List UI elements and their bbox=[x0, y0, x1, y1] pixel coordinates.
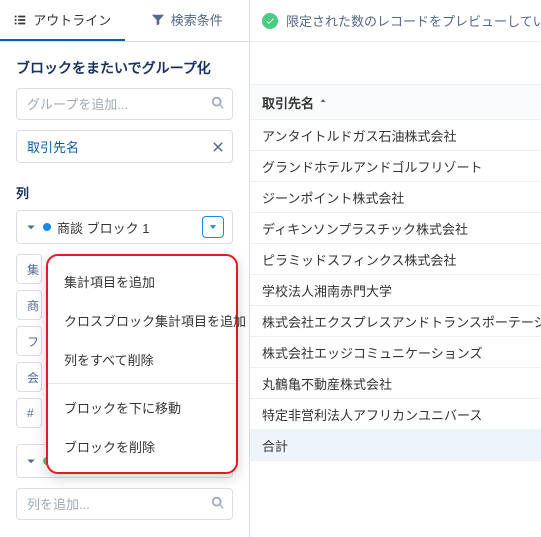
table-row[interactable]: 学校法人湘南赤門大学 bbox=[250, 275, 541, 306]
close-icon[interactable] bbox=[212, 141, 224, 153]
list-item[interactable]: 集 bbox=[16, 254, 42, 284]
chevron-down-icon bbox=[25, 221, 37, 233]
search-icon bbox=[211, 496, 225, 510]
preview-banner: 限定された数のレコードをプレビューしています bbox=[250, 0, 541, 42]
group-add-input[interactable] bbox=[16, 88, 233, 120]
menu-divider bbox=[48, 383, 236, 384]
funnel-icon bbox=[151, 13, 165, 27]
add-column-input[interactable] bbox=[16, 488, 233, 520]
block-1-menu-button[interactable] bbox=[202, 216, 224, 238]
menu-move-block-down[interactable]: ブロックを下に移動 bbox=[48, 388, 236, 427]
data-grid: 取引先名 アンタイトルドガス石油株式会社 グランドホテルアンドゴルフリゾート ジ… bbox=[250, 42, 541, 537]
table-row[interactable]: アンタイトルドガス石油株式会社 bbox=[250, 120, 541, 151]
tab-outline-label: アウトライン bbox=[33, 10, 111, 29]
report-main: 限定された数のレコードをプレビューしています 取引先名 アンタイトルドガス石油株… bbox=[250, 0, 541, 537]
table-row[interactable]: ジーンポイント株式会社 bbox=[250, 182, 541, 213]
block-1-title: 商談 ブロック 1 bbox=[57, 218, 196, 237]
table-row[interactable]: グランドホテルアンドゴルフリゾート bbox=[250, 151, 541, 182]
sidebar-tabs: アウトライン 検索条件 bbox=[0, 0, 249, 42]
preview-banner-text: 限定された数のレコードをプレビューしています bbox=[286, 11, 541, 30]
table-row[interactable]: 株式会社エッジコミュニケーションズ bbox=[250, 337, 541, 368]
blue-dot-icon bbox=[43, 223, 51, 231]
tab-outline[interactable]: アウトライン bbox=[0, 0, 125, 41]
group-chip[interactable]: 取引先名 bbox=[16, 130, 233, 163]
chevron-down-icon bbox=[25, 455, 37, 467]
tab-filters-label: 検索条件 bbox=[171, 10, 223, 29]
group-across-blocks-title: ブロックをまたいでグループ化 bbox=[0, 42, 249, 88]
table-row[interactable]: 株式会社エクスプレスアンドトランスポーテーション bbox=[250, 306, 541, 337]
menu-add-cross-block-summary[interactable]: クロスブロック集計項目を追加 bbox=[48, 301, 236, 340]
list-item[interactable]: # bbox=[16, 398, 42, 428]
sort-ascending-icon bbox=[318, 97, 328, 107]
list-icon bbox=[13, 13, 27, 27]
columns-header: 列 bbox=[0, 177, 249, 210]
column-header-account-name[interactable]: 取引先名 bbox=[250, 84, 541, 120]
table-row[interactable]: ディキンソンプラスチック株式会社 bbox=[250, 213, 541, 244]
table-row[interactable]: ピラミッドスフィンクス株式会社 bbox=[250, 244, 541, 275]
group-add-row bbox=[16, 88, 233, 120]
column-header-label: 取引先名 bbox=[262, 93, 314, 112]
menu-remove-all-columns[interactable]: 列をすべて削除 bbox=[48, 340, 236, 379]
list-item[interactable]: 商 bbox=[16, 290, 42, 320]
search-icon bbox=[211, 96, 225, 110]
caret-down-icon bbox=[208, 222, 218, 232]
tab-filters[interactable]: 検索条件 bbox=[125, 0, 250, 41]
menu-delete-block[interactable]: ブロックを削除 bbox=[48, 427, 236, 466]
table-row[interactable]: 丸鶴亀不動産株式会社 bbox=[250, 368, 541, 399]
block-1-header[interactable]: 商談 ブロック 1 bbox=[16, 210, 233, 244]
report-sidebar: アウトライン 検索条件 ブロックをまたいでグループ化 取引先名 列 商談 ブロッ… bbox=[0, 0, 250, 537]
list-item[interactable]: フ bbox=[16, 326, 42, 356]
table-row[interactable]: 特定非営利法人アフリカンユニバース bbox=[250, 399, 541, 430]
block-context-menu: 集計項目を追加 クロスブロック集計項目を追加 列をすべて削除 ブロックを下に移動… bbox=[46, 254, 238, 474]
grid-spacer bbox=[250, 42, 541, 84]
check-circle-icon bbox=[262, 13, 278, 29]
group-chip-label: 取引先名 bbox=[27, 137, 79, 156]
block-2-add-column bbox=[16, 488, 233, 520]
list-item[interactable]: 会 bbox=[16, 362, 42, 392]
table-total-row: 合計 bbox=[250, 430, 541, 461]
menu-add-summary[interactable]: 集計項目を追加 bbox=[48, 262, 236, 301]
